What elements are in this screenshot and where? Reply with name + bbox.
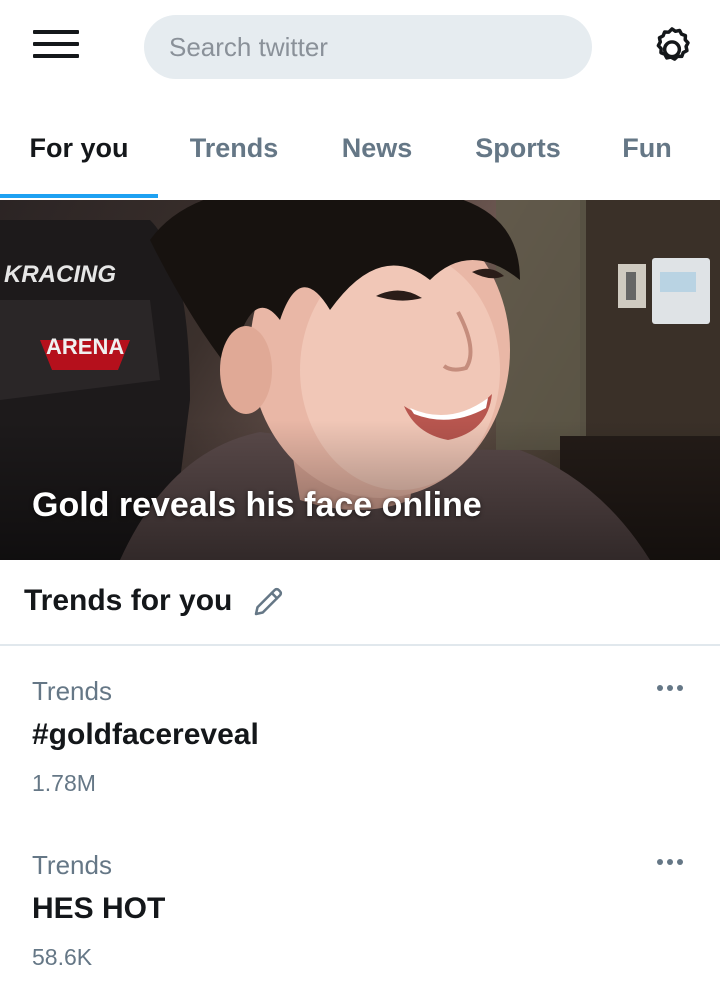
trend-name: #goldfacereveal bbox=[32, 718, 259, 751]
dot bbox=[657, 685, 663, 691]
pencil-icon[interactable] bbox=[250, 584, 286, 620]
hero-headline: Gold reveals his face online bbox=[32, 486, 482, 524]
tab-trends[interactable]: Trends bbox=[158, 96, 310, 200]
trend-tweet-count: 58.6K bbox=[32, 944, 93, 970]
more-options-icon[interactable] bbox=[652, 676, 688, 700]
hamburger-menu-icon[interactable] bbox=[28, 26, 84, 66]
active-tab-indicator bbox=[0, 194, 158, 198]
trend-item[interactable]: Trends HES HOT 58.6K bbox=[0, 822, 720, 992]
chair-brand-bottom: ARENA bbox=[46, 334, 124, 359]
trends-section-title: Trends for you bbox=[24, 584, 233, 617]
category-tabs: For you Trends News Sports Fun bbox=[0, 96, 720, 200]
trend-item[interactable]: Trends #goldfacereveal 1.78M bbox=[0, 648, 720, 822]
more-options-icon[interactable] bbox=[652, 850, 688, 874]
tab-for-you[interactable]: For you bbox=[0, 96, 158, 200]
menu-line bbox=[33, 54, 79, 58]
gear-icon[interactable] bbox=[646, 22, 698, 74]
hero-story-card[interactable]: KRACING ARENA Gold reveals his face onli… bbox=[0, 200, 720, 560]
search-box[interactable] bbox=[144, 15, 592, 79]
menu-line bbox=[33, 42, 79, 46]
dot bbox=[667, 685, 673, 691]
dot bbox=[677, 685, 683, 691]
trends-section-header: Trends for you bbox=[0, 560, 720, 646]
tab-sports[interactable]: Sports bbox=[444, 96, 592, 200]
tab-fun[interactable]: Fun bbox=[592, 96, 702, 200]
dot bbox=[657, 859, 663, 865]
top-bar bbox=[0, 0, 720, 96]
trend-name: HES HOT bbox=[32, 892, 166, 925]
dot bbox=[677, 859, 683, 865]
trend-category: Trends bbox=[32, 676, 112, 706]
trend-tweet-count: 1.78M bbox=[32, 770, 96, 796]
menu-line bbox=[33, 30, 79, 34]
search-input[interactable] bbox=[144, 15, 592, 79]
tab-news[interactable]: News bbox=[310, 96, 444, 200]
trend-category: Trends bbox=[32, 850, 112, 880]
chair-brand-top: KRACING bbox=[4, 261, 116, 288]
dot bbox=[667, 859, 673, 865]
